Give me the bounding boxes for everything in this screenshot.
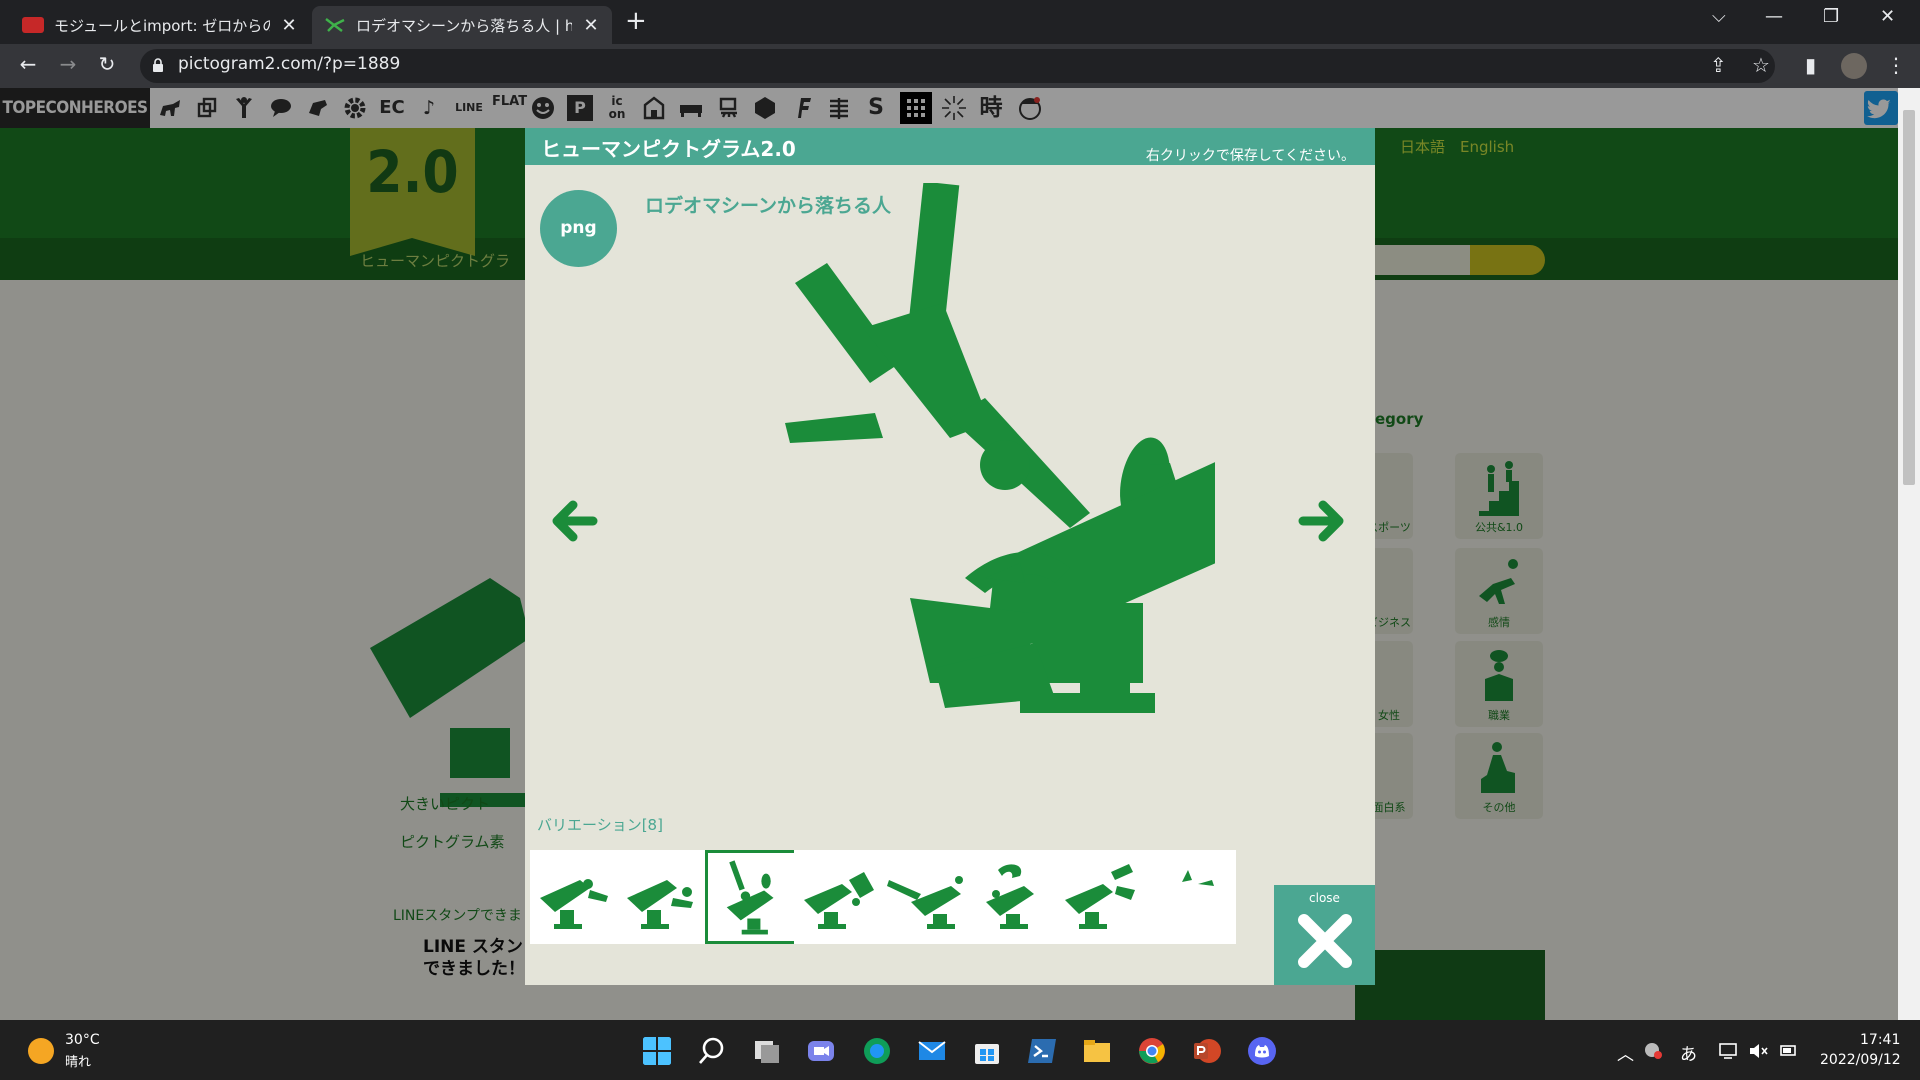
modal-title: ヒューマンピクトグラム2.0	[541, 137, 796, 161]
weather-condition[interactable]: 晴れ	[65, 1051, 91, 1070]
variation-thumb-4[interactable]	[794, 850, 888, 944]
tab-python-module[interactable]: モジュールとimport: ゼロからのPython ✕	[10, 6, 310, 44]
tab-close-icon[interactable]: ✕	[582, 15, 600, 36]
tab-close-icon[interactable]: ✕	[280, 15, 298, 36]
next-arrow-icon[interactable]	[1295, 493, 1351, 549]
discord-icon[interactable]	[1247, 1036, 1277, 1066]
pictogram-favicon-icon	[325, 18, 345, 32]
clock-time[interactable]: 17:41	[1860, 1032, 1900, 1048]
bookmark-star-icon[interactable]: ☆	[1752, 53, 1770, 77]
variation-pictogram	[726, 860, 774, 935]
security-alert-icon[interactable]	[1643, 1040, 1663, 1060]
windows-taskbar: 30°C 晴れ ︿ あ 17:41 2022/09/12	[0, 1020, 1920, 1080]
browser-toolbar: ← → ↻ pictogram2.com/?p=1889 ⇪ ☆ ▮ ⋮	[0, 44, 1920, 88]
variation-pictogram	[986, 864, 1034, 929]
rodeo-machine-pictogram	[785, 183, 1215, 713]
variation-pictogram	[540, 879, 608, 929]
powerpoint-icon[interactable]	[1192, 1036, 1222, 1066]
file-explorer-icon[interactable]	[1082, 1036, 1112, 1066]
lock-icon	[153, 58, 163, 72]
search-icon[interactable]	[697, 1036, 727, 1066]
tab-title: モジュールとimport: ゼロからのPython	[54, 16, 270, 35]
teams-chat-icon[interactable]	[806, 1036, 836, 1066]
variation-pictogram	[887, 876, 963, 929]
variation-thumb-1[interactable]	[530, 850, 624, 944]
new-tab-button[interactable]: +	[625, 6, 647, 36]
edge-browser-icon[interactable]	[862, 1036, 892, 1066]
store-icon[interactable]	[972, 1036, 1002, 1066]
variation-pictogram	[627, 880, 693, 929]
close-label: close	[1309, 891, 1340, 905]
windows-start-icon[interactable]	[642, 1036, 672, 1066]
variation-thumb-8[interactable]	[1142, 850, 1236, 944]
maximize-button[interactable]: ❐	[1823, 6, 1839, 27]
previous-arrow-icon[interactable]	[545, 493, 601, 549]
pictogram-modal: ヒューマンピクトグラム2.0 右クリックで保存してください。 png ロデオマシ…	[525, 128, 1375, 985]
profile-avatar[interactable]	[1841, 53, 1867, 79]
volume-muted-icon[interactable]	[1748, 1042, 1768, 1060]
scrollbar-thumb[interactable]	[1903, 110, 1915, 485]
minimize-button[interactable]: —	[1765, 6, 1783, 27]
weather-sun-icon[interactable]	[28, 1038, 54, 1064]
variation-pictogram	[1182, 870, 1214, 886]
variation-thumb-2[interactable]	[617, 850, 711, 944]
tab-title: ロデオマシーンから落ちる人 | human p	[356, 16, 572, 35]
url-text[interactable]: pictogram2.com/?p=1889	[178, 54, 400, 74]
menu-icon[interactable]: ⋮	[1886, 53, 1906, 77]
clock-date[interactable]: 2022/09/12	[1820, 1052, 1901, 1068]
chrome-icon[interactable]	[1137, 1036, 1167, 1066]
ad-banner[interactable]	[1355, 950, 1545, 1020]
task-view-icon[interactable]	[752, 1036, 782, 1066]
ime-mode-icon[interactable]: あ	[1680, 1040, 1697, 1065]
modal-header: ヒューマンピクトグラム2.0 右クリックで保存してください。	[525, 128, 1375, 165]
powershell-icon[interactable]	[1027, 1036, 1057, 1066]
variation-thumb-7[interactable]	[1055, 850, 1149, 944]
side-panel-icon[interactable]: ▮	[1805, 53, 1816, 77]
variation-thumb-6[interactable]	[968, 850, 1062, 944]
variation-thumb-3-selected[interactable]	[705, 850, 799, 944]
browser-tab-bar: モジュールとimport: ゼロからのPython ✕ ロデオマシーンから落ちる…	[0, 0, 1920, 44]
weather-temperature[interactable]: 30°C	[65, 1032, 100, 1048]
reload-button[interactable]: ↻	[93, 52, 121, 76]
network-icon[interactable]	[1718, 1042, 1738, 1060]
mail-icon[interactable]	[917, 1036, 947, 1066]
tab-pictogram[interactable]: ロデオマシーンから落ちる人 | human p ✕	[312, 6, 612, 44]
close-x-icon	[1298, 914, 1352, 968]
back-button[interactable]: ←	[14, 52, 42, 76]
forward-button[interactable]: →	[54, 52, 82, 76]
variation-thumb-5[interactable]	[881, 850, 975, 944]
close-window-button[interactable]: ✕	[1880, 6, 1895, 27]
close-button[interactable]: close	[1274, 885, 1375, 985]
site-favicon-icon	[22, 17, 44, 33]
variation-pictogram	[804, 872, 874, 929]
tray-chevron-icon[interactable]: ︿	[1617, 1040, 1634, 1065]
png-download-button[interactable]: png	[540, 190, 617, 267]
share-icon[interactable]: ⇪	[1710, 53, 1727, 77]
tab-search-icon[interactable]: ⌵	[1712, 6, 1726, 27]
battery-icon[interactable]	[1778, 1042, 1798, 1060]
save-hint: 右クリックで保存してください。	[1145, 148, 1355, 164]
variation-label: バリエーション[8]	[537, 816, 663, 834]
variation-pictogram	[1065, 864, 1135, 929]
